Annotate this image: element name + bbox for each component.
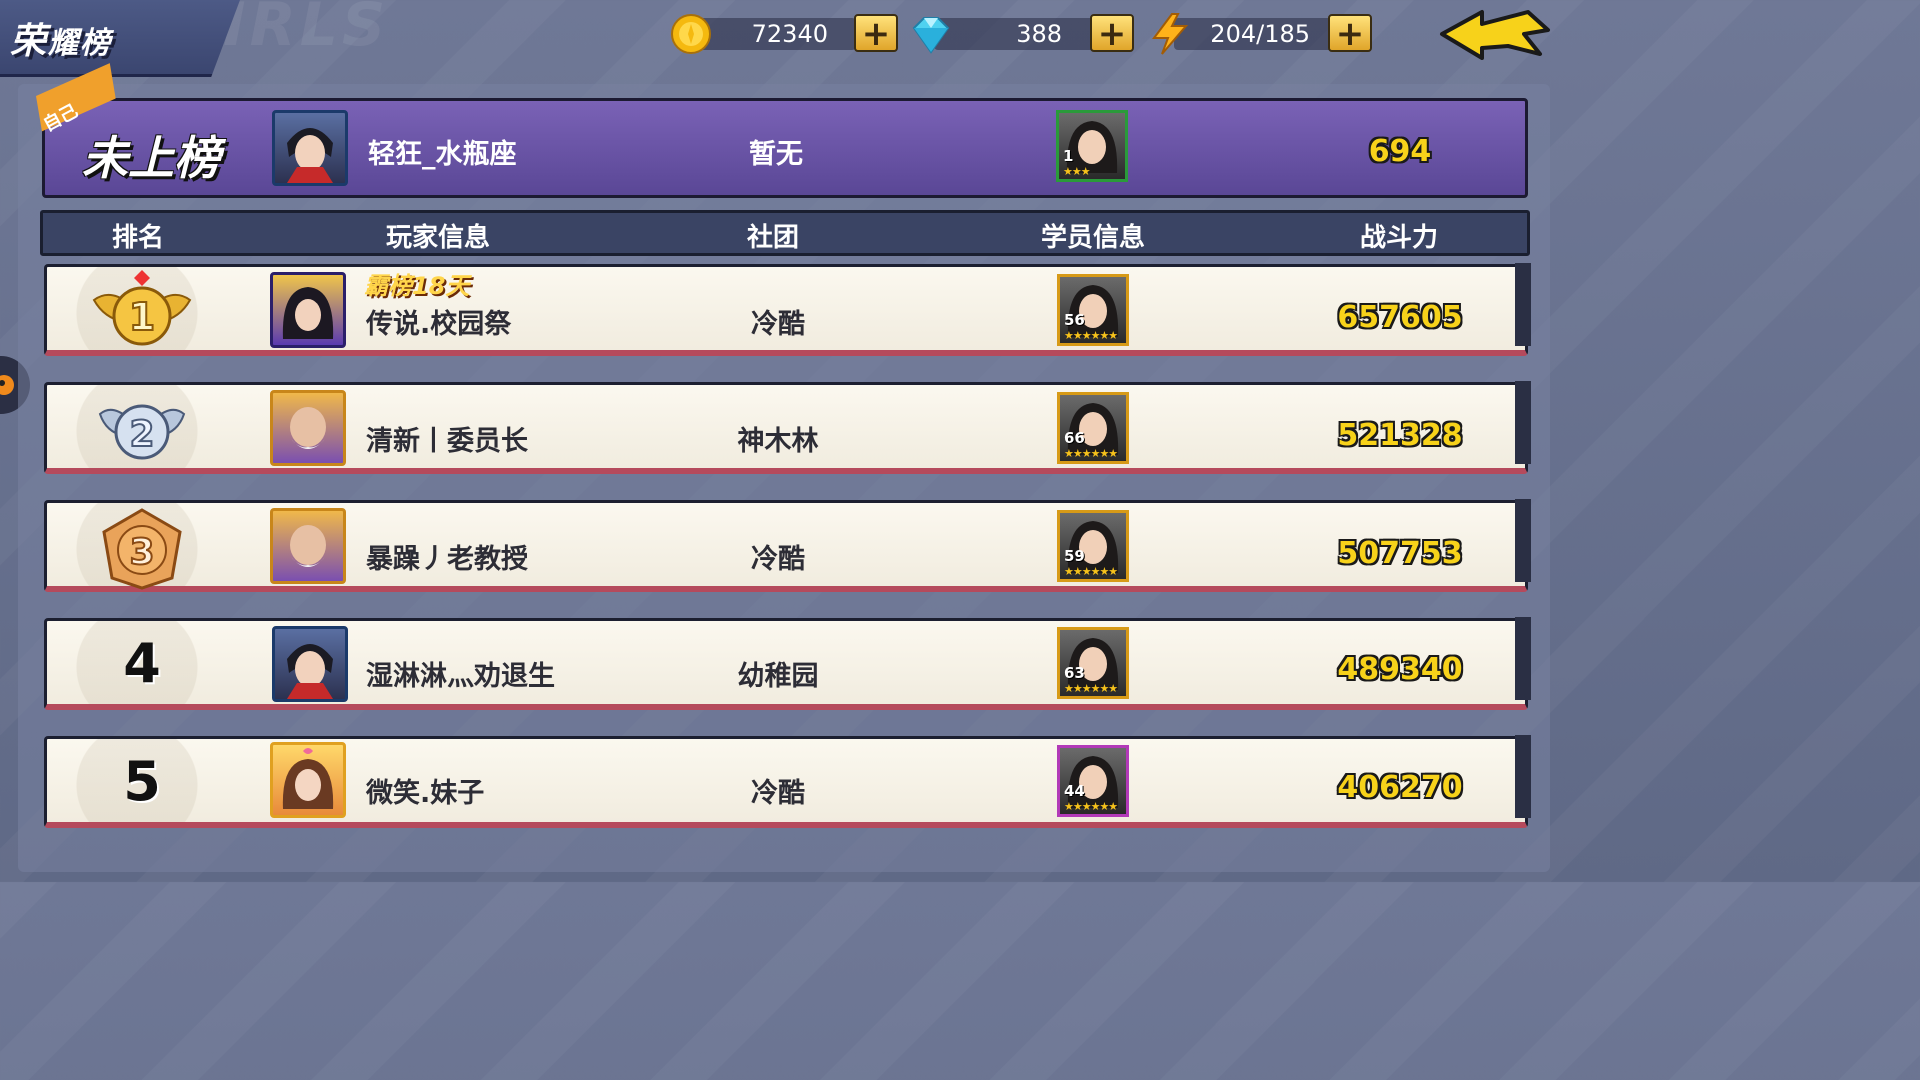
- page-title-big: 荣: [10, 21, 49, 62]
- club-name: 幼稚园: [737, 661, 819, 692]
- page-title: 荣耀榜: [10, 12, 112, 64]
- club-name: 冷酷: [751, 544, 805, 575]
- player-name: 微笑.妹子: [366, 778, 485, 809]
- self-power: 694: [1368, 134, 1432, 169]
- player-portrait-icon: [290, 525, 326, 567]
- column-player: 玩家信息: [385, 223, 490, 253]
- add-diamond-button[interactable]: +: [1090, 14, 1134, 52]
- energy-resource: 204/185 +: [1146, 12, 1386, 56]
- column-rank: 排名: [111, 223, 164, 253]
- self-player-name: 轻狂_水瓶座: [368, 139, 517, 170]
- column-club: 社团: [746, 223, 799, 253]
- player-avatar[interactable]: [270, 508, 346, 584]
- bronze-medal-icon: 3: [102, 508, 182, 590]
- column-header-row: 排名 玩家信息 社团 学员信息 战斗力: [40, 210, 1530, 256]
- power-value: 521328: [1337, 418, 1463, 453]
- student-stars: ★★★★★★: [1064, 565, 1118, 578]
- student-card[interactable]: 56 ★★★★★★: [1057, 274, 1129, 346]
- player-name: 清新丨委员长: [366, 426, 528, 457]
- rank-number: 5: [123, 750, 161, 813]
- energy-value: 204/185: [1210, 20, 1310, 48]
- self-rank-text: 未上榜: [82, 131, 220, 185]
- self-avatar[interactable]: [272, 110, 348, 186]
- student-stars: ★★★★★★: [1064, 682, 1118, 695]
- player-avatar[interactable]: [270, 742, 346, 818]
- student-stars: ★★★★★★: [1064, 329, 1118, 342]
- diamond-icon: [912, 17, 950, 54]
- player-avatar[interactable]: [270, 390, 346, 466]
- player-avatar[interactable]: [272, 626, 348, 702]
- gold-medal-icon: 1: [92, 270, 192, 346]
- student-card[interactable]: 66 ★★★★★★: [1057, 392, 1129, 464]
- player-portrait-icon: [282, 748, 334, 809]
- diamond-resource: 388 +: [906, 12, 1146, 56]
- gold-medal-number: 1: [129, 295, 155, 339]
- add-gold-button[interactable]: +: [854, 14, 898, 52]
- power-value: 657605: [1337, 300, 1463, 335]
- player-portrait-icon: [287, 644, 333, 699]
- student-level: 56: [1064, 311, 1085, 329]
- column-student: 学员信息: [1040, 223, 1145, 253]
- student-level: 66: [1064, 429, 1085, 447]
- column-power: 战斗力: [1359, 223, 1438, 253]
- player-name: 暴躁丿老教授: [366, 544, 528, 575]
- power-value: 489340: [1337, 652, 1463, 687]
- silver-medal-icon: 2: [98, 404, 186, 460]
- player-portrait-icon: [287, 128, 333, 183]
- bronze-medal-number: 3: [129, 532, 154, 573]
- self-student-stars: ★★★: [1063, 165, 1091, 178]
- student-stars: ★★★★★★: [1064, 447, 1118, 460]
- power-value: 406270: [1337, 770, 1463, 805]
- power-value: 507753: [1337, 536, 1463, 571]
- diamond-value: 388: [1016, 20, 1062, 48]
- student-card[interactable]: 63 ★★★★★★: [1057, 627, 1129, 699]
- player-name: 湿淋淋灬劝退生: [366, 661, 555, 692]
- club-name: 神木林: [737, 426, 819, 457]
- gold-resource: 72340 +: [668, 12, 908, 56]
- energy-bolt-icon: [1152, 13, 1189, 55]
- player-name: 传说.校园祭: [366, 309, 512, 340]
- back-arrow-icon[interactable]: [1436, 4, 1556, 68]
- gold-value: 72340: [751, 20, 828, 48]
- player-portrait-icon: [290, 407, 326, 449]
- player-avatar[interactable]: [270, 272, 346, 348]
- silver-medal-number: 2: [129, 414, 154, 455]
- student-stars: ★★★★★★: [1064, 800, 1118, 813]
- drawer-icon: [0, 375, 14, 395]
- student-card[interactable]: 59 ★★★★★★: [1057, 510, 1129, 582]
- club-name: 冷酷: [751, 309, 805, 340]
- self-student-card[interactable]: 1 ★★★: [1056, 110, 1128, 182]
- self-student-level: 1: [1063, 147, 1074, 165]
- player-portrait-icon: [282, 287, 334, 339]
- page-title-small: 耀榜: [48, 26, 113, 61]
- student-level: 63: [1064, 664, 1085, 682]
- reign-badge: 霸榜18天: [364, 272, 470, 300]
- gold-coin-icon: [671, 14, 711, 54]
- self-club: 暂无: [749, 139, 803, 170]
- add-energy-button[interactable]: +: [1328, 14, 1372, 52]
- club-name: 冷酷: [751, 778, 805, 809]
- student-card[interactable]: 44 ★★★★★★: [1057, 745, 1129, 817]
- student-level: 59: [1064, 547, 1085, 565]
- student-level: 44: [1064, 782, 1085, 800]
- rank-number: 4: [123, 632, 161, 695]
